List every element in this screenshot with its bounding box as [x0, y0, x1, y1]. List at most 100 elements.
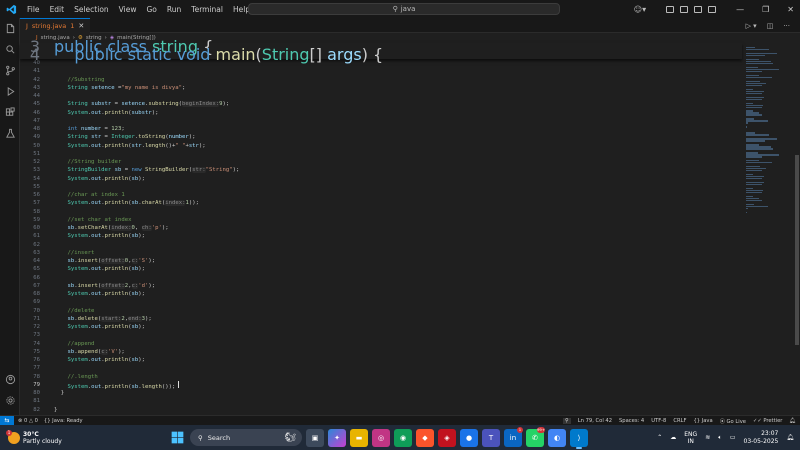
language-mode[interactable]: {} Java: [693, 418, 712, 424]
run-java-icon[interactable]: ▷ ▾: [746, 22, 757, 30]
code-line[interactable]: 54 System.out.println(sb);: [20, 175, 742, 183]
extensions-icon[interactable]: [0, 102, 20, 123]
customize-layout-icon[interactable]: [708, 5, 717, 13]
code-line[interactable]: 81: [20, 397, 742, 405]
code-line[interactable]: 77: [20, 364, 742, 372]
indentation[interactable]: Spaces: 4: [619, 418, 644, 424]
more-actions-icon[interactable]: ···: [783, 22, 790, 30]
code-line[interactable]: 43 String setence ="my name is divya";: [20, 84, 742, 92]
code-line[interactable]: 42 //Substring: [20, 76, 742, 84]
cloud-icon[interactable]: ☁: [670, 434, 676, 441]
code-line[interactable]: 4 public static void main(String[] args)…: [20, 47, 742, 63]
chrome-icon[interactable]: ●: [460, 428, 478, 447]
notifications-bell-icon[interactable]: 🔔︎: [789, 418, 796, 424]
taskbar-search[interactable]: ⚲ Search 🐿︎: [190, 429, 302, 446]
close-tab-icon[interactable]: ✕: [78, 22, 84, 30]
code-line[interactable]: 44: [20, 92, 742, 100]
battery-icon[interactable]: ▭: [730, 434, 736, 441]
weather-widget[interactable]: 1 30°C Partly cloudy: [0, 429, 62, 445]
copilot-icon[interactable]: ✦: [328, 428, 346, 447]
code-line[interactable]: 71 sb.delete(start:2,end:3);: [20, 315, 742, 323]
search-icon[interactable]: [0, 39, 20, 60]
code-line[interactable]: 72 System.out.println(sb);: [20, 323, 742, 331]
menu-go[interactable]: Go: [141, 5, 161, 14]
menu-terminal[interactable]: Terminal: [186, 5, 228, 14]
code-line[interactable]: 51: [20, 150, 742, 158]
remote-indicator-icon[interactable]: ⇆: [0, 415, 14, 426]
code-line[interactable]: 61 System.out.println(sb);: [20, 232, 742, 240]
code-line[interactable]: 49 String str = Integer.toString(number)…: [20, 133, 742, 141]
settings-gear-icon[interactable]: [0, 390, 20, 411]
code-line[interactable]: 45 String substr = setence.substring(beg…: [20, 100, 742, 108]
code-line[interactable]: 82}: [20, 406, 742, 414]
menu-file[interactable]: File: [22, 5, 45, 14]
linkedin-icon[interactable]: in 1: [504, 426, 523, 447]
volume-icon[interactable]: 🔈︎: [718, 434, 722, 442]
explorer-icon[interactable]: [0, 18, 20, 39]
code-line[interactable]: 58: [20, 208, 742, 216]
prettier-button[interactable]: ✓✓ Prettier: [753, 418, 782, 424]
vscode-logo-icon[interactable]: [0, 0, 22, 18]
language-indicator[interactable]: ENG IN: [684, 431, 697, 445]
code-line[interactable]: 60 sb.setCharAt(index:0, ch:'p');: [20, 224, 742, 232]
editor-scrollbar[interactable]: [794, 43, 800, 415]
notifications-icon[interactable]: 🔔︎: [786, 434, 794, 441]
red-app-icon[interactable]: ◈: [438, 428, 456, 447]
whatsapp-icon[interactable]: ✆ 99+: [526, 426, 545, 447]
code-line[interactable]: 46 System.out.println(substr);: [20, 109, 742, 117]
menu-edit[interactable]: Edit: [45, 5, 70, 14]
code-line[interactable]: 79 System.out.println(sb.length());: [20, 380, 742, 390]
code-line[interactable]: 65 System.out.println(sb);: [20, 265, 742, 273]
code-line[interactable]: 68 System.out.println(sb);: [20, 290, 742, 298]
code-line[interactable]: 59 //set char at index: [20, 216, 742, 224]
code-line[interactable]: 64 sb.insert(offset:0,c:'S');: [20, 257, 742, 265]
code-line[interactable]: 53 StringBuilder sb = new StringBuilder(…: [20, 166, 742, 174]
teams-icon[interactable]: T: [482, 428, 500, 447]
brave-icon[interactable]: ◆: [416, 428, 434, 447]
code-line[interactable]: 75 sb.append(c:'V');: [20, 348, 742, 356]
code-line[interactable]: 48 int number = 123;: [20, 125, 742, 133]
code-line[interactable]: 66: [20, 274, 742, 282]
chrome-alt-icon[interactable]: ◐: [548, 428, 566, 447]
code-line[interactable]: 69: [20, 298, 742, 306]
code-line[interactable]: 74 //append: [20, 340, 742, 348]
account-icon[interactable]: [0, 369, 20, 390]
menu-selection[interactable]: Selection: [69, 5, 114, 14]
line-ending[interactable]: CRLF: [673, 418, 686, 424]
source-control-icon[interactable]: [0, 60, 20, 81]
run-debug-icon[interactable]: [0, 81, 20, 102]
minimap[interactable]: [742, 43, 794, 415]
vscode-taskbar-icon[interactable]: ⟩: [570, 428, 588, 449]
cursor-position[interactable]: Ln 79, Col 42: [578, 418, 612, 424]
code-line[interactable]: 56 //char at index 1: [20, 191, 742, 199]
wifi-icon[interactable]: ≋: [705, 434, 710, 441]
code-line[interactable]: 78 //.length: [20, 373, 742, 381]
code-line[interactable]: 73: [20, 331, 742, 339]
code-editor[interactable]: 40 41 42 //Substring 43 String setence ="my…: [20, 59, 742, 414]
start-windows-icon[interactable]: [168, 429, 186, 447]
instagram-icon[interactable]: ◎: [372, 428, 390, 447]
code-line[interactable]: 67 sb.insert(offset:2,c:'d');: [20, 282, 742, 290]
code-line[interactable]: 80 }: [20, 389, 742, 397]
chevron-up-icon[interactable]: ⌃: [657, 434, 662, 441]
restore-icon[interactable]: ❐: [762, 5, 769, 14]
code-line[interactable]: 70 //delete: [20, 307, 742, 315]
code-line[interactable]: 63 //insert: [20, 249, 742, 257]
minimize-icon[interactable]: —: [736, 5, 744, 14]
java-status[interactable]: {} Java: Ready: [44, 418, 83, 424]
encoding[interactable]: UTF-8: [651, 418, 666, 424]
scrollbar-thumb[interactable]: [795, 155, 799, 345]
testing-flask-icon[interactable]: [0, 123, 20, 144]
code-line[interactable]: 50 System.out.println(str.length()+" "+s…: [20, 142, 742, 150]
task-view-icon[interactable]: ▣: [306, 428, 324, 447]
go-live-button[interactable]: ⦿ Go Live: [720, 418, 746, 425]
file-explorer-icon[interactable]: ▬: [350, 428, 368, 447]
command-center-search[interactable]: ⚲ java: [248, 3, 560, 15]
clock[interactable]: 23:07 03-05-2025: [744, 430, 779, 446]
toggle-primary-sidebar-icon[interactable]: [666, 5, 675, 13]
menu-run[interactable]: Run: [162, 5, 186, 14]
problems-indicator[interactable]: ⊗ 0 △ 0: [18, 418, 38, 424]
menu-view[interactable]: View: [114, 5, 142, 14]
code-line[interactable]: 57 System.out.println(sb.charAt(index:1)…: [20, 199, 742, 207]
code-line[interactable]: 41: [20, 67, 742, 75]
